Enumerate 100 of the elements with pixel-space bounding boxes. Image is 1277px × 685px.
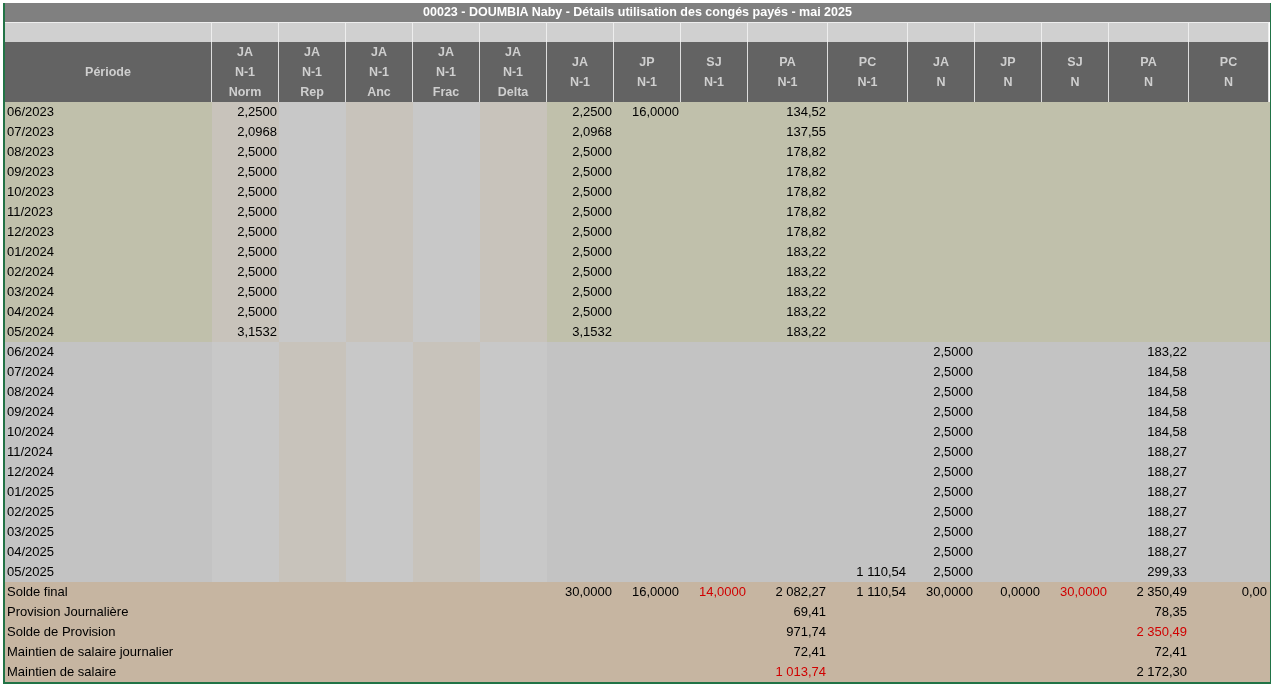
value-cell-text: 188,27 (1146, 443, 1188, 461)
value-cell-text: 2,5000 (932, 363, 974, 381)
shaded-cell (279, 102, 346, 122)
value-cell: 2,5000 (212, 262, 279, 282)
column-header: PA N (1109, 42, 1189, 102)
value-cell-text: 30,0000 (564, 583, 613, 601)
value-cell: 2,5000 (212, 202, 279, 222)
value-cell-text: 2,5000 (932, 383, 974, 401)
value-cell-text: 183,22 (785, 243, 827, 261)
value-cell: 2,5000 (212, 182, 279, 202)
value-cell-text: 1 110,54 (855, 563, 907, 581)
column-header: JA N-1 Anc (346, 42, 413, 102)
period-cell-text: 02/2024 (6, 263, 55, 281)
value-cell-text: 16,0000 (631, 583, 680, 601)
value-cell: 2,5000 (212, 222, 279, 242)
value-cell-text: 78,35 (1153, 603, 1188, 621)
value-cell-text: 299,33 (1146, 563, 1188, 581)
value-cell-text: 2,5000 (932, 563, 974, 581)
blank-header-cell (346, 22, 413, 42)
column-header: JP N-1 (614, 42, 681, 102)
value-cell-text: 1 013,74 (774, 663, 827, 681)
column-header: PC N (1189, 42, 1269, 102)
column-header: JA N-1 Norm (212, 42, 279, 102)
value-cell-text: 2,5000 (932, 463, 974, 481)
period-cell-text: 03/2025 (6, 523, 55, 541)
blank-header-cell (908, 22, 975, 42)
period-cell-text: Solde final (6, 583, 69, 601)
column-header: Période (5, 42, 212, 102)
value-cell-text: 14,0000 (698, 583, 747, 601)
value-cell-text: 971,74 (785, 623, 827, 641)
blank-header-cell (413, 22, 480, 42)
value-cell-text: 184,58 (1146, 423, 1188, 441)
column-header: PA N-1 (748, 42, 828, 102)
period-cell-text: 08/2024 (6, 383, 55, 401)
value-cell-text: 184,58 (1146, 403, 1188, 421)
period-cell-text: 10/2023 (6, 183, 55, 201)
blank-header-cell (547, 22, 614, 42)
blank-header-cell (1042, 22, 1109, 42)
value-cell-text: 69,41 (792, 603, 827, 621)
column-header: JA N-1 Rep (279, 42, 346, 102)
value-cell-text: 178,82 (785, 183, 827, 201)
period-cell-text: 09/2024 (6, 403, 55, 421)
period-cell-text: 06/2024 (6, 343, 55, 361)
value-cell: 2,0968 (212, 122, 279, 142)
shaded-cell (346, 562, 413, 582)
value-cell-text: 2,5000 (932, 543, 974, 561)
value-cell-text: 2,5000 (571, 263, 613, 281)
blank-header-cell (975, 22, 1042, 42)
period-cell-text: Maintien de salaire journalier (6, 643, 175, 661)
value-cell-text: 30,0000 (925, 583, 974, 601)
value-cell-text: 184,58 (1146, 383, 1188, 401)
blank-header-cell (480, 22, 547, 42)
value-cell-text: 188,27 (1146, 543, 1188, 561)
value-cell-text: 30,0000 (1059, 583, 1108, 601)
value-cell-text: 178,82 (785, 163, 827, 181)
period-cell-text: 02/2025 (6, 503, 55, 521)
value-cell: 2,5000 (212, 242, 279, 262)
period-cell-text: 07/2024 (6, 363, 55, 381)
blank-header-cell (614, 22, 681, 42)
value-cell-text: 178,82 (785, 143, 827, 161)
value-cell-text: 188,27 (1146, 483, 1188, 501)
value-cell-text: 2,5000 (571, 143, 613, 161)
shaded-cell (413, 562, 480, 582)
value-cell-text: 2 172,30 (1135, 663, 1188, 681)
period-cell-text: 07/2023 (6, 123, 55, 141)
value-cell: 2,5000 (212, 142, 279, 162)
value-cell-text: 137,55 (785, 123, 827, 141)
sheet-title: 00023 - DOUMBIA Naby - Détails utilisation des congés payés - mai 2025 (5, 3, 1270, 22)
value-cell-text: 0,0000 (999, 583, 1041, 601)
value-cell-text: 183,22 (1146, 343, 1188, 361)
value-cell-text: 2,5000 (932, 403, 974, 421)
period-cell-text: 12/2023 (6, 223, 55, 241)
value-cell: 2,5000 (212, 302, 279, 322)
column-header: JA N-1 Frac (413, 42, 480, 102)
value-cell: 2,5000 (212, 162, 279, 182)
value-cell-text: 2,5000 (571, 303, 613, 321)
blank-header-cell (681, 22, 748, 42)
value-cell-text: 183,22 (785, 323, 827, 341)
column-header: JA N-1 Delta (480, 42, 547, 102)
value-cell-text: 2,5000 (571, 283, 613, 301)
period-cell-text: 08/2023 (6, 143, 55, 161)
value-cell-text: 134,52 (785, 103, 827, 121)
value-cell-text: 0,00 (1240, 583, 1268, 601)
shaded-cell (279, 562, 346, 582)
value-cell-text: 16,0000 (631, 103, 680, 121)
value-cell-text: 2,5000 (571, 243, 613, 261)
column-header: SJ N (1042, 42, 1109, 102)
value-cell-text: 2,5000 (932, 423, 974, 441)
period-cell-text: 01/2024 (6, 243, 55, 261)
value-cell-text: 2,5000 (571, 203, 613, 221)
value-cell-text: 183,22 (785, 263, 827, 281)
period-cell-text: 04/2025 (6, 543, 55, 561)
value-cell-text: 2,5000 (932, 343, 974, 361)
value-cell-text: 2 350,49 (1135, 583, 1188, 601)
period-cell-text: 06/2023 (6, 103, 55, 121)
value-cell-text: 188,27 (1146, 503, 1188, 521)
value-cell-text: 72,41 (792, 643, 827, 661)
column-header: SJ N-1 (681, 42, 748, 102)
value-cell-text: 3,1532 (571, 323, 613, 341)
period-cell-text: 03/2024 (6, 283, 55, 301)
